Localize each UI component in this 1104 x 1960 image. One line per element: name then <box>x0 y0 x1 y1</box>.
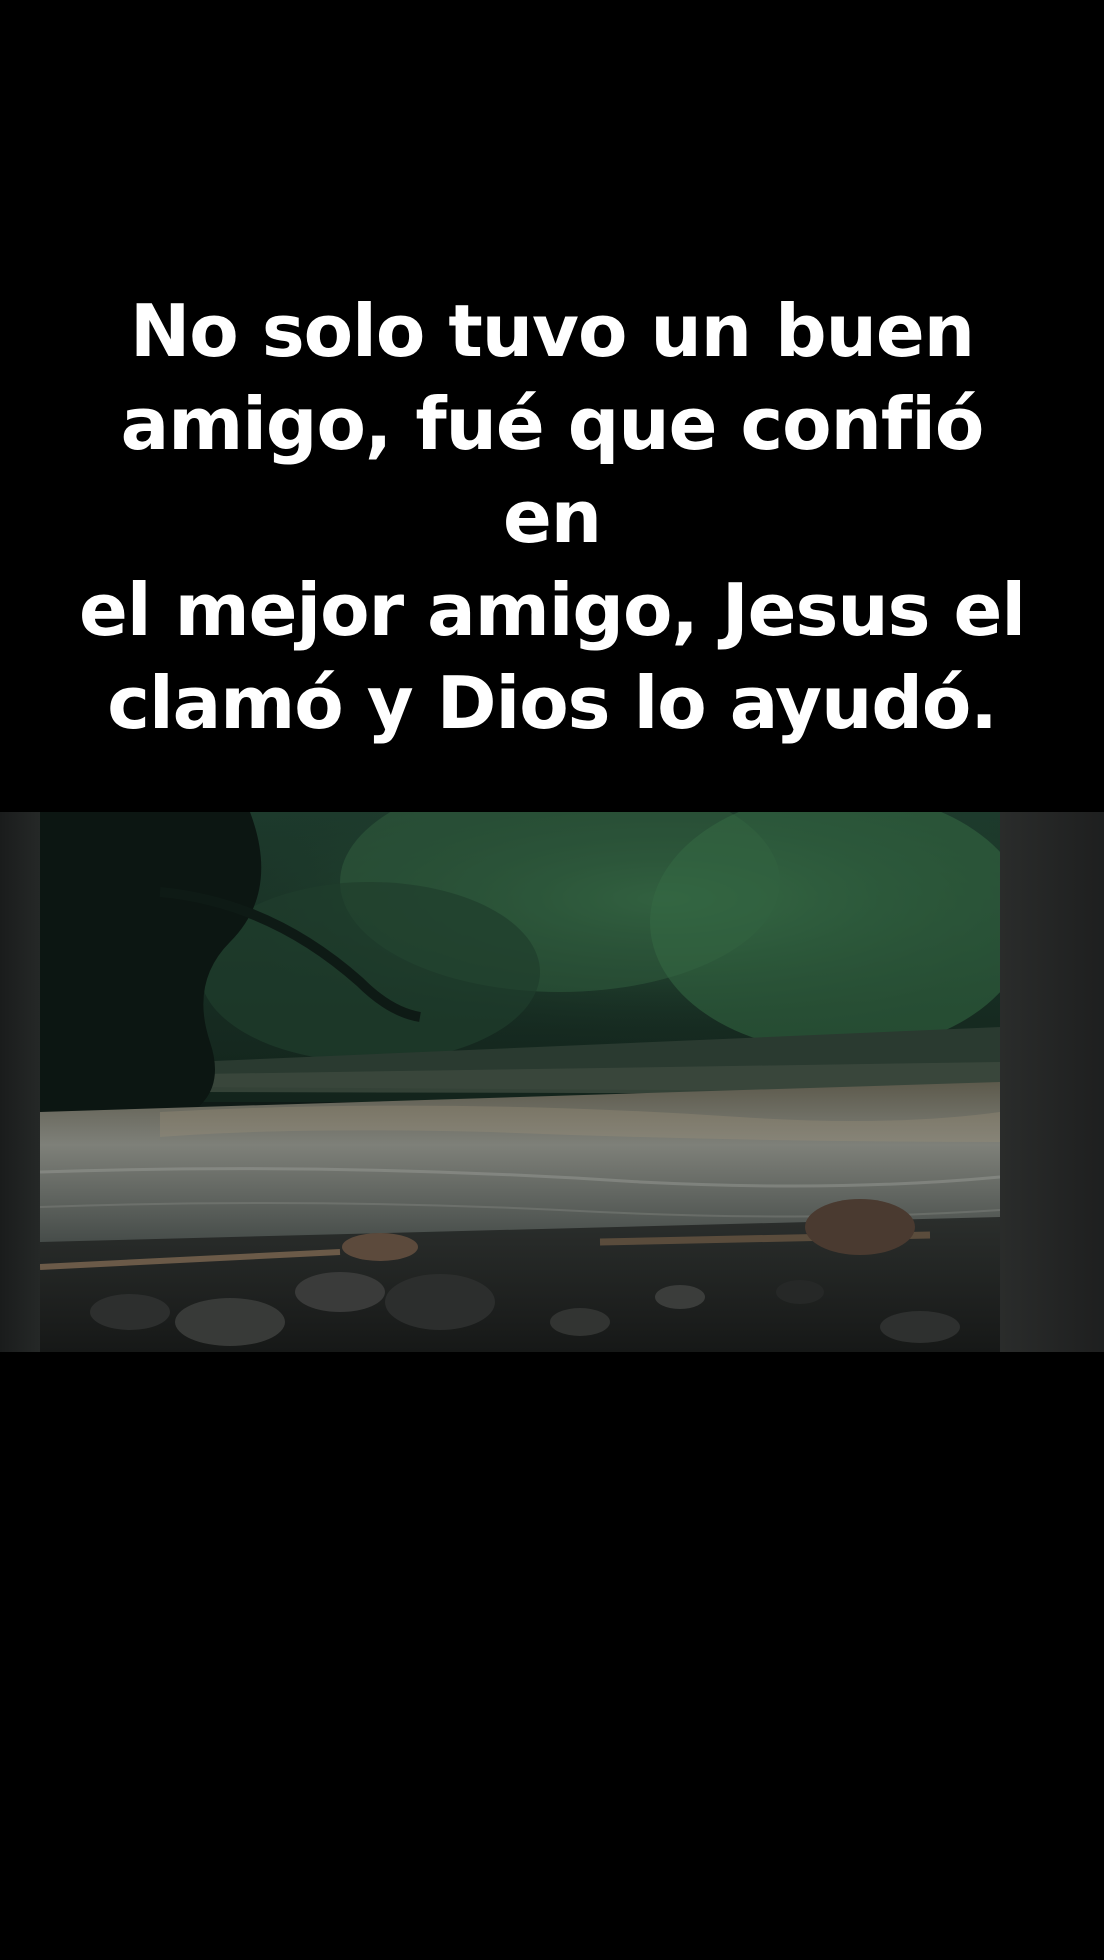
video-blur-left <box>0 812 40 1352</box>
caption-line-2: amigo, fué que confió en <box>120 382 985 559</box>
caption-line-1: No solo tuvo un buen <box>130 289 975 373</box>
caption-line-4: clamó y Dios lo ayudó. <box>107 661 997 745</box>
river-forest-scene-image <box>40 812 1000 1352</box>
video-blur-right <box>1000 812 1104 1352</box>
video-frame[interactable] <box>40 812 1000 1352</box>
caption-line-3: el mejor amigo, Jesus el <box>78 568 1026 652</box>
overlay-caption-text: No solo tuvo un buen amigo, fué que conf… <box>60 285 1044 750</box>
video-player[interactable] <box>0 812 1104 1352</box>
